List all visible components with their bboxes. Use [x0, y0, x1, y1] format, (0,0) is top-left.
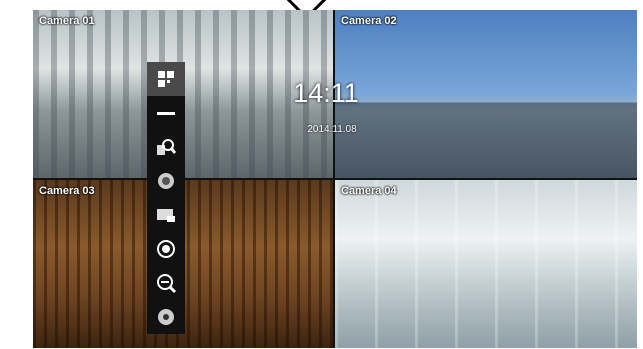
record-button[interactable]: [147, 232, 185, 266]
camera-label: Camera 02: [341, 15, 397, 27]
clock-date: 2014.11.08: [307, 124, 357, 135]
camera-label: Camera 03: [39, 185, 95, 197]
backup-icon: [157, 209, 175, 222]
camera-view-02[interactable]: Camera 02: [335, 10, 637, 178]
clock-time: 14:11: [293, 78, 359, 108]
sequence-button[interactable]: [147, 96, 185, 130]
settings-icon: [158, 309, 174, 325]
record-icon: [157, 240, 175, 258]
sequence-icon: [157, 112, 175, 115]
settings-button[interactable]: [147, 300, 185, 334]
camera-grid: Camera 01 Camera 02 Camera 03 Camera 04: [33, 10, 637, 348]
launcher-toolbar: [147, 62, 185, 334]
search-icon: [157, 139, 177, 155]
zoom-button[interactable]: [147, 266, 185, 300]
ptz-button[interactable]: [147, 164, 185, 198]
camera-label: Camera 04: [341, 185, 397, 197]
zoom-icon: [157, 274, 177, 294]
layout-icon: [158, 71, 174, 87]
search-button[interactable]: [147, 130, 185, 164]
backup-button[interactable]: [147, 198, 185, 232]
camera-label: Camera 01: [39, 15, 95, 27]
ptz-icon: [158, 173, 174, 189]
layout-button[interactable]: [147, 62, 185, 96]
camera-view-04[interactable]: Camera 04: [335, 180, 637, 348]
